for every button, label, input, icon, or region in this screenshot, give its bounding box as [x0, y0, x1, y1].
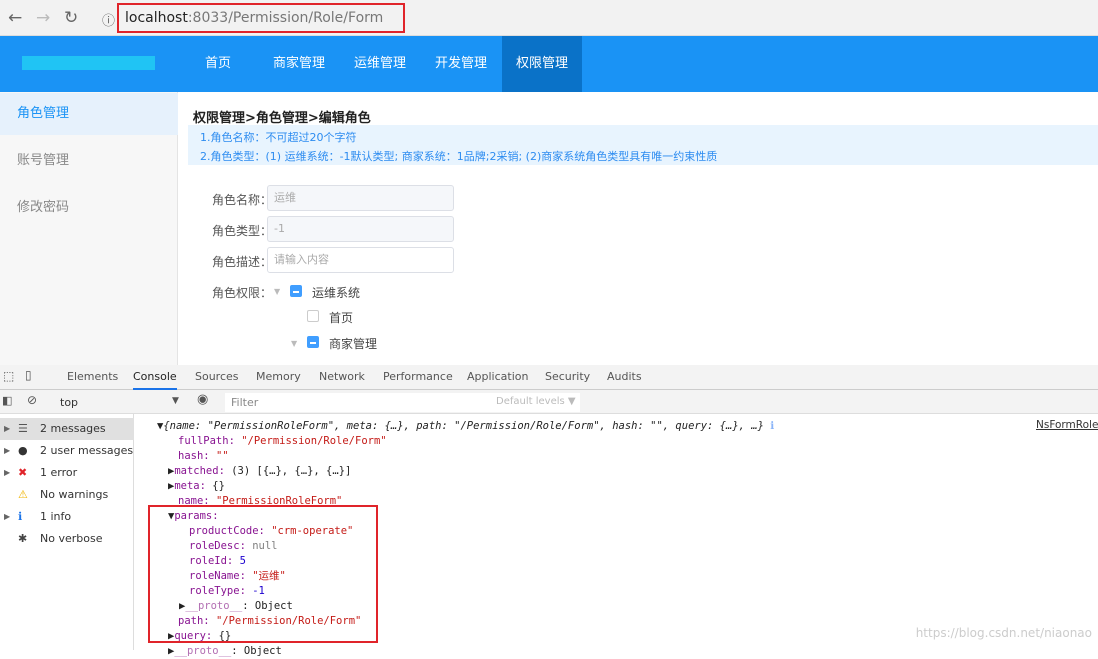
- reload-icon[interactable]: ↻: [64, 8, 78, 28]
- role-name-label: 角色名称：: [212, 193, 273, 207]
- prop-proto-root[interactable]: ▶__proto__: Object: [168, 644, 282, 659]
- tab-sources[interactable]: Sources: [195, 370, 239, 383]
- chevron-down-icon[interactable]: ▼: [172, 396, 179, 406]
- label: 1 error: [40, 466, 78, 479]
- tab-network[interactable]: Network: [319, 370, 365, 383]
- expand-icon[interactable]: ▼: [274, 287, 280, 296]
- prop-matched[interactable]: ▶matched: (3) [{…}, {…}, {…}]: [168, 464, 351, 479]
- watermark: https://blog.csdn.net/niaonao: [915, 626, 1092, 640]
- role-perm-label: 角色权限：: [212, 286, 273, 300]
- label: 1 info: [40, 510, 72, 523]
- prop-hash: hash: "": [178, 450, 229, 462]
- url-host: localhost: [125, 10, 188, 26]
- console-sidebar: ▶ ☰ 2 messages ▶ ● 2 user messages ▶ ✖ 1 error…: [0, 414, 134, 650]
- source-link[interactable]: NsFormRole: [1036, 419, 1098, 431]
- user-messages-item[interactable]: ▶ ● 2 user messages: [0, 440, 134, 462]
- sidebar-toggle-icon[interactable]: ◧: [2, 394, 12, 407]
- nav-permission[interactable]: 权限管理: [502, 36, 583, 92]
- url-path: :8033/Permission/Role/Form: [187, 10, 384, 26]
- nav-dev[interactable]: 开发管理: [421, 36, 501, 92]
- warnings-item[interactable]: ⚠ No warnings: [0, 484, 134, 506]
- tips-box: 1.角色名称：不可超过20个字符 2.角色类型：(1) 运维系统：-1默认类型;…: [188, 125, 1098, 165]
- tab-elements[interactable]: Elements: [67, 370, 118, 383]
- tree-node-merchant[interactable]: 商家管理: [329, 335, 377, 352]
- address-bar[interactable]: localhost:8033/Permission/Role/Form: [117, 3, 405, 33]
- role-desc-label: 角色描述：: [212, 255, 273, 269]
- label: No verbose: [40, 532, 103, 545]
- sidebar-item-password[interactable]: 修改密码: [0, 187, 178, 229]
- role-desc-input[interactable]: 请输入内容: [267, 247, 454, 273]
- back-icon[interactable]: ←: [8, 8, 22, 28]
- info-icon: ℹ: [770, 420, 775, 432]
- tip: 2.角色类型：(1) 运维系统：-1默认类型; 商家系统：1品牌;2采销; (2…: [200, 150, 718, 163]
- tab-memory[interactable]: Memory: [256, 370, 301, 383]
- role-name-input[interactable]: 运维: [267, 185, 454, 211]
- role-type-label: 角色类型：: [212, 224, 273, 238]
- messages-item[interactable]: ▶ ☰ 2 messages: [0, 418, 134, 440]
- inspect-icon[interactable]: ⬚: [3, 369, 14, 383]
- tree-node-ops[interactable]: 运维系统: [312, 284, 360, 301]
- forward-icon[interactable]: →: [36, 8, 50, 28]
- prop-fullpath: fullPath: "/Permission/Role/Form": [178, 435, 387, 447]
- nav-home[interactable]: 首页: [191, 36, 245, 92]
- nav-ops[interactable]: 运维管理: [340, 36, 420, 92]
- tab-audits[interactable]: Audits: [607, 370, 642, 383]
- verbose-item[interactable]: ✱ No verbose: [0, 528, 134, 550]
- expand-icon[interactable]: ▼: [291, 339, 297, 348]
- nav-merchant[interactable]: 商家管理: [259, 36, 339, 92]
- prop-meta[interactable]: ▶meta: {}: [168, 479, 225, 494]
- info-item[interactable]: ▶ ℹ 1 info: [0, 506, 134, 528]
- tab-application[interactable]: Application: [467, 370, 528, 383]
- tree-node-home[interactable]: 首页: [329, 309, 353, 326]
- label: 2 messages: [40, 422, 106, 435]
- tree-checkbox[interactable]: [307, 336, 319, 348]
- label: 2 user messages: [40, 444, 134, 457]
- breadcrumb: 权限管理>角色管理>编辑角色: [193, 111, 371, 126]
- console-object-summary[interactable]: ▼{name: "PermissionRoleForm", meta: {…},…: [157, 419, 774, 434]
- logo[interactable]: [22, 56, 155, 70]
- highlight-box: [148, 505, 378, 643]
- context-select[interactable]: top: [60, 396, 78, 409]
- eye-icon[interactable]: ◉: [197, 392, 208, 407]
- tree-checkbox[interactable]: [307, 310, 319, 322]
- sidebar-item-roles[interactable]: 角色管理: [0, 93, 178, 135]
- tree-checkbox[interactable]: [290, 285, 302, 297]
- tab-performance[interactable]: Performance: [383, 370, 453, 383]
- info-icon[interactable]: ⓘ: [102, 10, 115, 29]
- levels-select[interactable]: Default levels ▼: [496, 396, 576, 407]
- sidebar-item-accounts[interactable]: 账号管理: [0, 140, 178, 182]
- tab-console[interactable]: Console: [133, 370, 177, 390]
- tip: 1.角色名称：不可超过20个字符: [200, 131, 357, 144]
- errors-item[interactable]: ▶ ✖ 1 error: [0, 462, 134, 484]
- clear-console-icon[interactable]: ⊘: [27, 393, 37, 407]
- device-icon[interactable]: ▯: [25, 368, 32, 382]
- role-type-input[interactable]: -1: [267, 216, 454, 242]
- label: No warnings: [40, 488, 109, 501]
- tab-security[interactable]: Security: [545, 370, 590, 383]
